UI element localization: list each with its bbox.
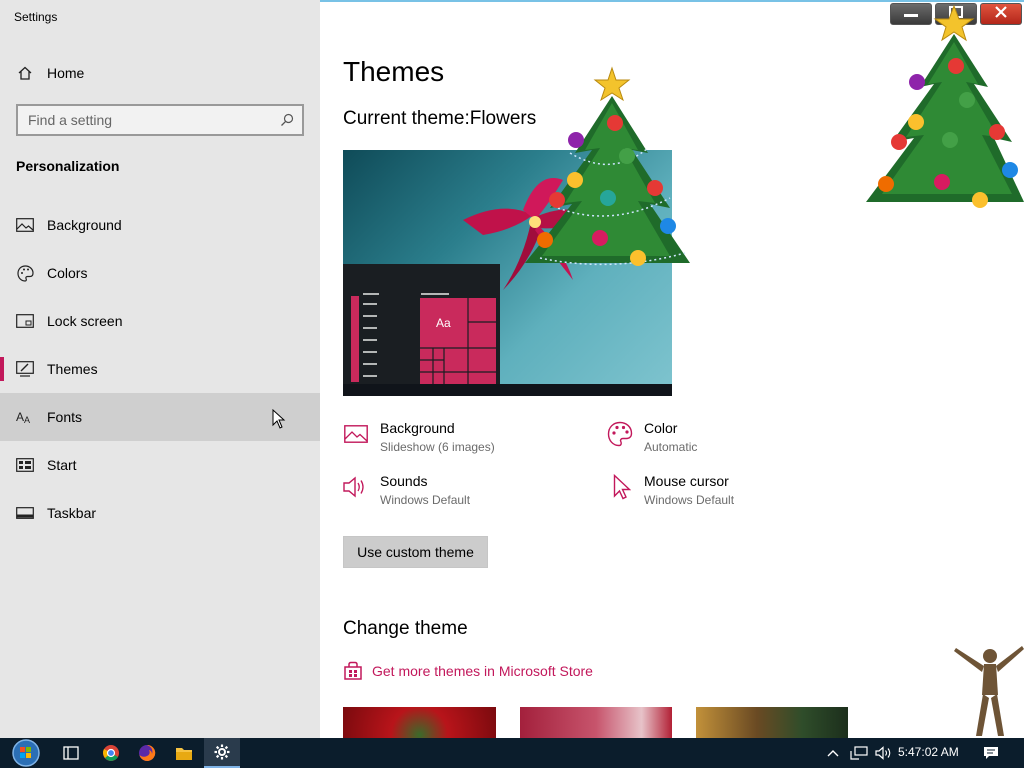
- search-icon[interactable]: [272, 113, 302, 127]
- christmas-tree-decoration: [866, 4, 1024, 208]
- nav-home-label: Home: [47, 65, 85, 81]
- page-title: Themes: [343, 56, 445, 87]
- lock-screen-icon: [16, 312, 34, 330]
- property-label: Mouse cursor: [644, 473, 729, 489]
- change-theme-heading: Change theme: [343, 618, 468, 639]
- sidebar-item-start[interactable]: Start: [0, 441, 320, 489]
- palette-icon: [16, 264, 34, 282]
- use-custom-theme-button[interactable]: Use custom theme: [343, 536, 488, 568]
- chevron-up-icon[interactable]: [818, 738, 848, 768]
- current-theme-label: Current theme:: [343, 108, 470, 129]
- sidebar-item-label: Themes: [47, 361, 98, 377]
- palette-icon: [607, 421, 633, 452]
- sidebar-item-label: Background: [47, 217, 122, 233]
- sidebar-item-themes[interactable]: Themes: [0, 345, 320, 393]
- sidebar: Settings Home Find a setting Personaliza…: [0, 0, 320, 738]
- sidebar-item-taskbar[interactable]: Taskbar: [0, 489, 320, 537]
- nav-home[interactable]: Home: [0, 49, 320, 97]
- home-icon: [16, 64, 34, 82]
- section-title: Personalization: [16, 158, 120, 174]
- svg-text:A: A: [16, 410, 24, 424]
- volume-icon[interactable]: [870, 738, 898, 768]
- settings-gear-icon[interactable]: [204, 738, 240, 768]
- store-bag-icon: [343, 661, 363, 686]
- preview-taskbar: [343, 384, 672, 396]
- preview-start-menu: Aa: [343, 264, 500, 384]
- sidebar-item-label: Start: [47, 457, 77, 473]
- network-icon[interactable]: [845, 738, 873, 768]
- sidebar-item-colors[interactable]: Colors: [0, 249, 320, 297]
- property-mouse-cursor[interactable]: Mouse cursor Windows Default: [644, 473, 734, 507]
- search-input[interactable]: Find a setting: [18, 112, 272, 128]
- property-value: Windows Default: [644, 493, 735, 507]
- taskbar-icon: [16, 504, 34, 522]
- cursor-icon: [613, 473, 632, 505]
- start-icon: [16, 456, 34, 474]
- theme-thumbnail[interactable]: [520, 707, 672, 738]
- property-sounds[interactable]: Sounds Windows Default: [380, 473, 470, 507]
- search-box[interactable]: Find a setting: [16, 104, 304, 136]
- mouse-pointer-icon: [272, 409, 286, 429]
- notification-icon[interactable]: [976, 738, 1006, 768]
- property-label: Background: [380, 420, 455, 436]
- sidebar-item-label: Fonts: [47, 409, 83, 425]
- theme-thumbnail[interactable]: [343, 707, 496, 738]
- image-icon: [16, 216, 34, 234]
- sidebar-item-label: Taskbar: [47, 505, 97, 521]
- file-explorer-icon[interactable]: [166, 738, 202, 768]
- property-label: Sounds: [380, 473, 428, 489]
- chrome-icon[interactable]: [93, 738, 129, 768]
- taskbar-clock[interactable]: 5:47:02 AM: [898, 745, 959, 759]
- sidebar-item-lock-screen[interactable]: Lock screen: [0, 297, 320, 345]
- property-color[interactable]: Color Automatic: [644, 420, 697, 454]
- current-theme-heading: Current theme:Flowers: [343, 108, 536, 130]
- property-label: Color: [644, 420, 678, 436]
- fonts-icon: AA: [16, 408, 34, 426]
- dancer-decoration: [954, 646, 1024, 736]
- svg-text:A: A: [24, 415, 30, 425]
- property-value: Automatic: [644, 440, 698, 454]
- speaker-icon: [343, 476, 369, 503]
- christmas-tree-decoration: [525, 66, 690, 266]
- property-background[interactable]: Background Slideshow (6 images): [380, 420, 495, 454]
- themes-icon: [16, 360, 34, 378]
- sidebar-item-label: Lock screen: [47, 313, 123, 329]
- property-value: Slideshow (6 images): [380, 440, 495, 454]
- microsoft-store-link[interactable]: Get more themes in Microsoft Store: [372, 663, 593, 679]
- image-icon: [344, 425, 368, 448]
- preview-tile-text: Aa: [436, 316, 451, 330]
- start-orb-icon[interactable]: [8, 738, 44, 768]
- sidebar-item-label: Colors: [47, 265, 88, 281]
- theme-thumbnail[interactable]: [696, 707, 848, 738]
- app-title: Settings: [14, 10, 58, 24]
- property-value: Windows Default: [380, 493, 471, 507]
- firefox-icon[interactable]: [129, 738, 165, 768]
- sidebar-item-background[interactable]: Background: [0, 201, 320, 249]
- task-view-icon[interactable]: [53, 738, 89, 768]
